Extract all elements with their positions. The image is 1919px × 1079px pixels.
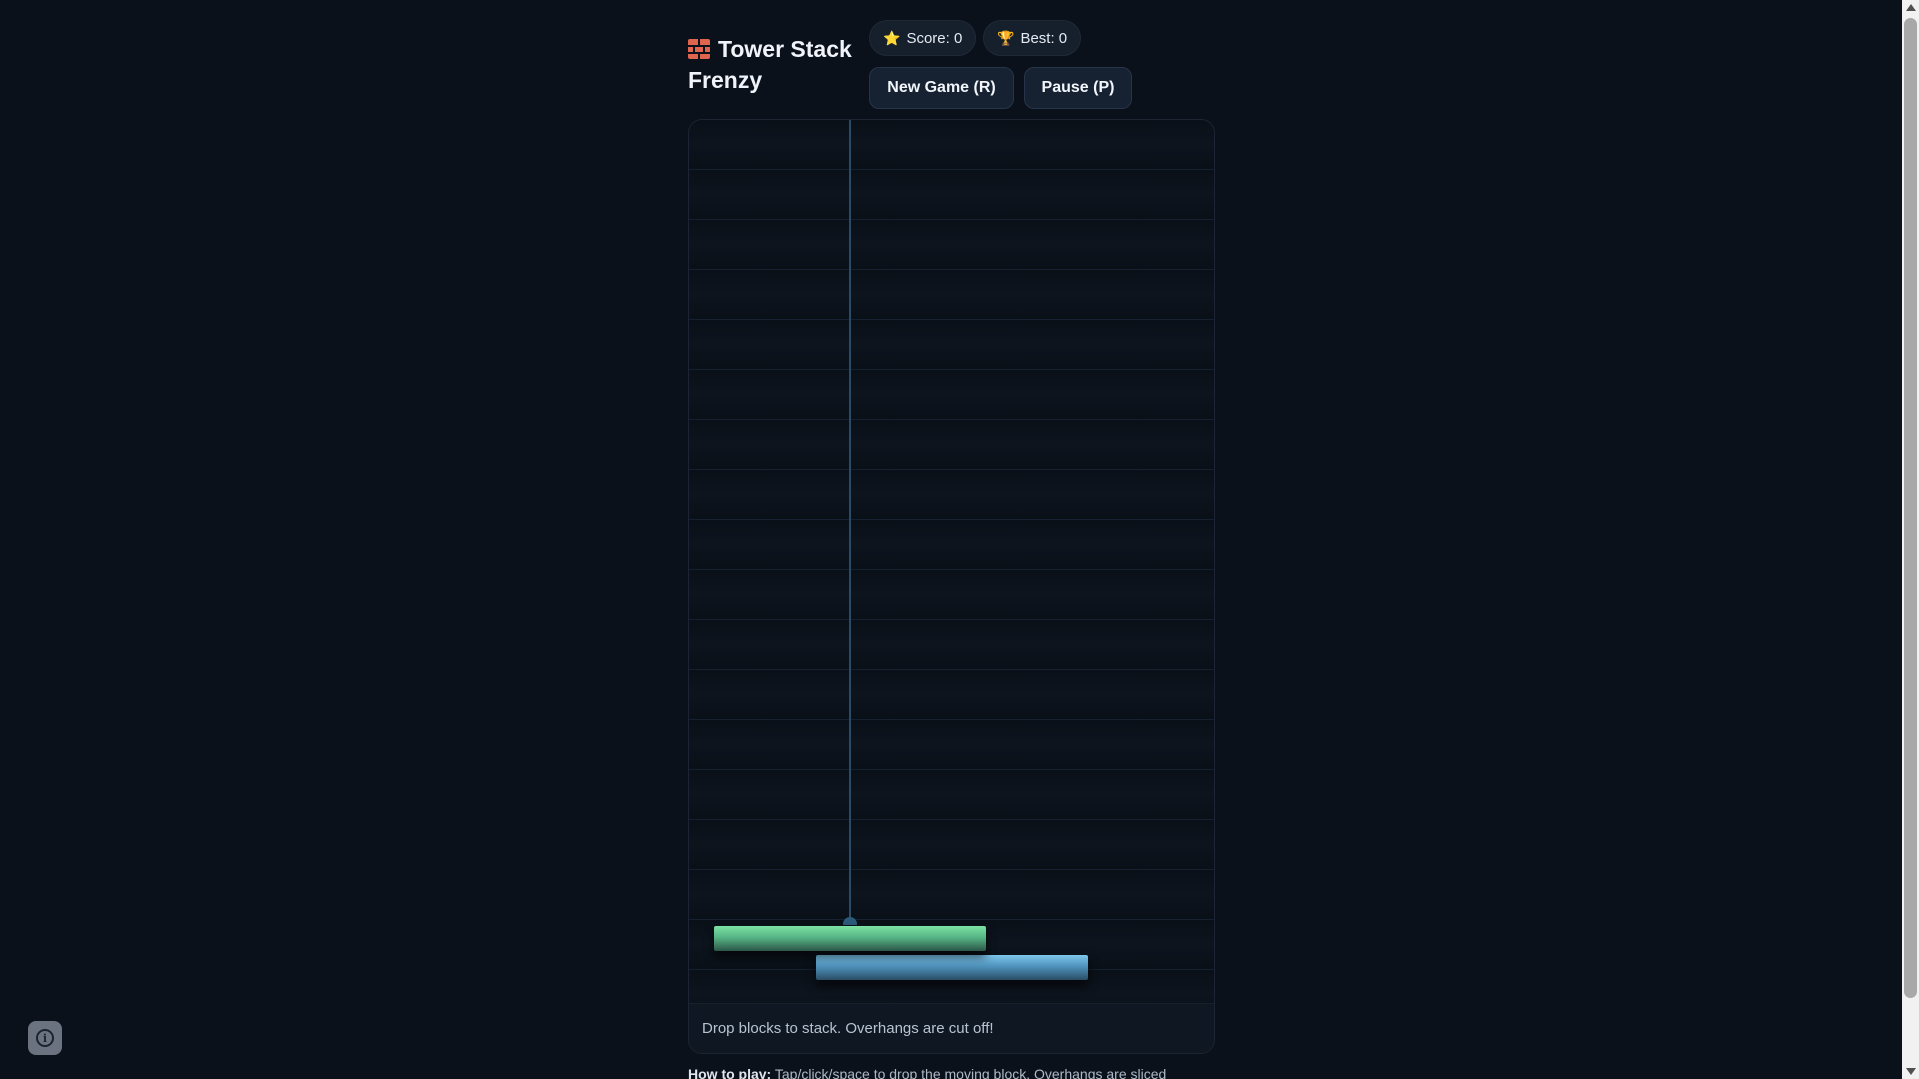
scroll-up-arrow-icon[interactable] (1906, 4, 1916, 11)
base-block (816, 955, 1088, 980)
drop-guide-line (849, 120, 851, 924)
moving-block (714, 926, 986, 951)
game-canvas[interactable] (689, 120, 1214, 1005)
app-title: Tower Stack Frenzy (688, 34, 858, 96)
how-to-play-label: How to play: (688, 1066, 772, 1079)
best-label: Best: 0 (1020, 29, 1068, 47)
app-title-text: Tower Stack Frenzy (688, 36, 852, 93)
scrollbar-thumb[interactable] (1904, 18, 1917, 998)
status-bar: Drop blocks to stack. Overhangs are cut … (689, 1003, 1214, 1053)
score-badge: ⭐ Score: 0 (869, 20, 977, 56)
brick-icon (688, 39, 710, 59)
new-game-button[interactable]: New Game (R) (869, 67, 1014, 109)
star-icon: ⭐ (883, 29, 901, 46)
page: Tower Stack Frenzy ⭐ Score: 0 🏆 Best: 0 … (0, 0, 1919, 1079)
vertical-scrollbar[interactable] (1902, 0, 1919, 1079)
info-icon: i (36, 1029, 54, 1047)
drop-guide-marker (843, 917, 857, 925)
game-board: Drop blocks to stack. Overhangs are cut … (688, 119, 1215, 1054)
info-button[interactable]: i (28, 1021, 62, 1055)
best-badge: 🏆 Best: 0 (983, 20, 1082, 56)
how-to-play: How to play: Tap/click/space to drop the… (688, 1066, 1166, 1079)
trophy-icon: 🏆 (997, 29, 1015, 46)
scroll-down-arrow-icon[interactable] (1906, 1068, 1916, 1075)
how-to-play-text: Tap/click/space to drop the moving block… (774, 1066, 1167, 1079)
pause-button[interactable]: Pause (P) (1024, 67, 1132, 109)
score-label: Score: 0 (906, 29, 963, 47)
